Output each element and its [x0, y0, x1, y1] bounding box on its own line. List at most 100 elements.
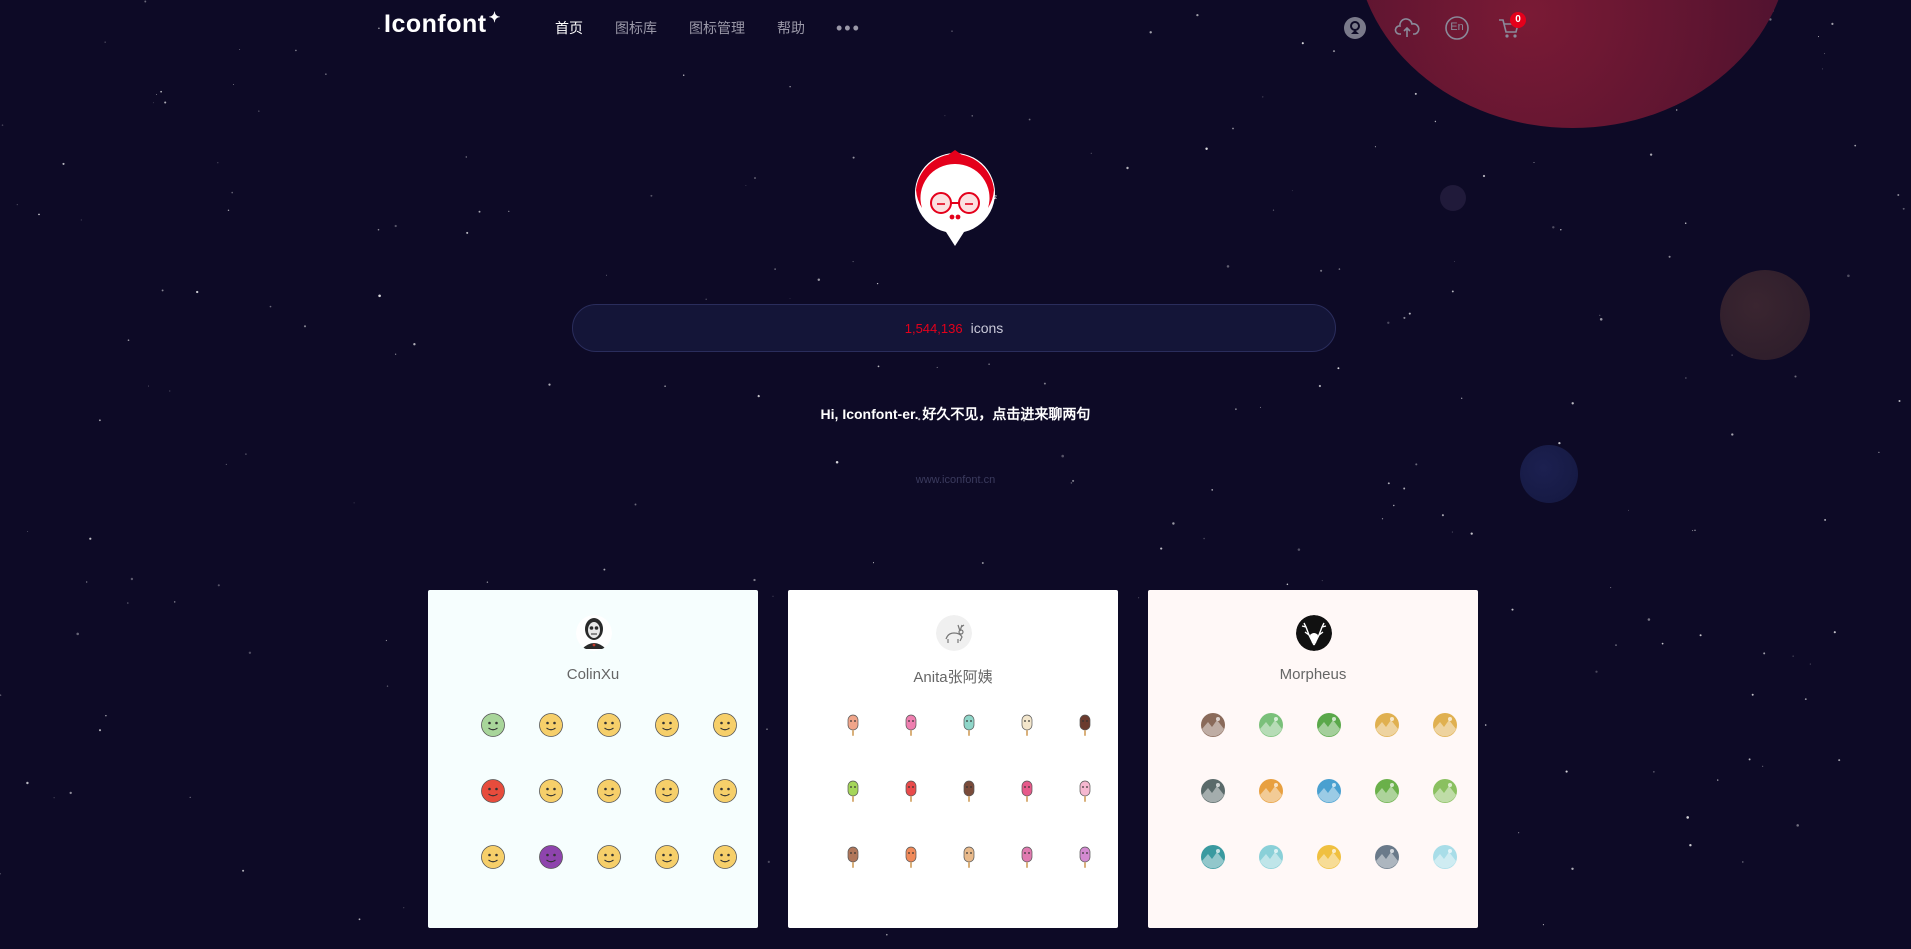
crying-face-icon[interactable] [654, 778, 680, 804]
popsicle-brown-icon[interactable] [956, 778, 982, 804]
icon-cell [1358, 778, 1416, 844]
lake-landscape-icon[interactable] [1258, 844, 1284, 870]
nav-item-icon-library[interactable]: 图标库 [615, 18, 657, 38]
kiss-face-icon[interactable] [712, 778, 738, 804]
desert-landscape-icon[interactable] [1374, 712, 1400, 738]
nav-item-icon-management[interactable]: 图标管理 [689, 18, 745, 38]
deer-avatar-icon[interactable] [936, 615, 972, 651]
icon-cell [522, 712, 580, 778]
iconfont-mascot-icon[interactable]: z [912, 150, 998, 248]
earth-landscape-icon[interactable] [1200, 778, 1226, 804]
mountain-landscape-icon[interactable] [1200, 712, 1226, 738]
popsicle-light-pink-icon[interactable] [1072, 778, 1098, 804]
beach-landscape-icon[interactable] [1316, 844, 1342, 870]
icon-cell [1358, 844, 1416, 910]
icon-cell [1242, 712, 1300, 778]
card-username[interactable]: ColinXu [428, 666, 758, 683]
sunglasses-face-icon[interactable] [654, 712, 680, 738]
logo-star-icon: ✦ [488, 9, 501, 25]
snow-mountain-landscape-icon[interactable] [1374, 844, 1400, 870]
watermelon-popsicle-icon[interactable] [898, 778, 924, 804]
neutral-face-icon[interactable] [480, 844, 506, 870]
icon-cell [1056, 778, 1114, 844]
bear-ice-cream-icon[interactable] [840, 844, 866, 870]
deer-landscape-icon[interactable] [1200, 844, 1226, 870]
icon-cell [1056, 712, 1114, 778]
nav-item-help[interactable]: 帮助 [777, 18, 805, 38]
card-username[interactable]: Anita张阿姨 [788, 666, 1118, 687]
featured-user-card-morpheus[interactable]: Morpheus [1148, 590, 1478, 928]
icon-cell [1242, 778, 1300, 844]
smile-face-icon[interactable] [654, 844, 680, 870]
devil-face-icon[interactable] [538, 844, 564, 870]
popsicle-orange-icon[interactable] [898, 844, 924, 870]
popsicle-vanilla-icon[interactable] [1014, 712, 1040, 738]
tongue-out-face-icon[interactable] [596, 712, 622, 738]
icon-search-bar[interactable]: 1,544,136 icons [572, 304, 1336, 352]
more-menu-button[interactable]: ••• [836, 18, 861, 38]
icon-cell [522, 844, 580, 910]
city-landscape-icon[interactable] [1258, 778, 1284, 804]
main-nav: 首页 图标库 图标管理 帮助 [555, 18, 837, 38]
cool-face-icon[interactable] [538, 778, 564, 804]
featured-user-card-anita[interactable]: Anita张阿姨 [788, 590, 1118, 928]
language-en-icon[interactable]: En [1444, 15, 1470, 41]
icon-cell [522, 778, 580, 844]
icon-cell [998, 844, 1056, 910]
icon-cell [1358, 712, 1416, 778]
card-icon-grid [1184, 712, 1457, 910]
icon-cell [580, 844, 638, 910]
popsicle-peach-icon[interactable] [840, 712, 866, 738]
hill-landscape-icon[interactable] [1374, 778, 1400, 804]
popsicle-lime-icon[interactable] [840, 778, 866, 804]
icon-cell [1300, 844, 1358, 910]
icon-cell [1416, 712, 1474, 778]
stag-avatar-icon[interactable] [1296, 615, 1332, 651]
icon-count-unit: icons [970, 320, 1004, 336]
forest-landscape-icon[interactable] [1316, 712, 1342, 738]
popsicle-lilac-icon[interactable] [1072, 844, 1098, 870]
icon-cell [580, 778, 638, 844]
icon-cell [638, 712, 696, 778]
ice-cream-cone-mint-icon[interactable] [956, 712, 982, 738]
angry-face-icon[interactable] [480, 778, 506, 804]
sick-face-icon[interactable] [480, 712, 506, 738]
popsicle-raspberry-icon[interactable] [1014, 778, 1040, 804]
iconfont-logo[interactable]: Iconfont ✦ [384, 9, 501, 39]
greeting-link[interactable]: Hi, Iconfont-er. 好久不见，点击进来聊两句 [0, 404, 1911, 424]
icon-cell [824, 712, 882, 778]
language-label: En [1450, 21, 1464, 33]
icon-cell [1056, 844, 1114, 910]
ice-cream-cone-icon[interactable] [956, 844, 982, 870]
icon-cell [824, 844, 882, 910]
candy-stick-icon[interactable] [1014, 844, 1040, 870]
river-landscape-icon[interactable] [1316, 778, 1342, 804]
icon-cell [940, 712, 998, 778]
icon-count: 1,544,136 [904, 320, 963, 336]
field-landscape-icon[interactable] [1432, 778, 1458, 804]
wink-face-icon[interactable] [712, 712, 738, 738]
grin-face-icon[interactable] [712, 844, 738, 870]
popsicle-chocolate-icon[interactable] [1072, 712, 1098, 738]
icon-cell [638, 844, 696, 910]
icon-cell [696, 844, 754, 910]
upload-icon[interactable] [1394, 15, 1420, 41]
angel-face-icon[interactable] [538, 712, 564, 738]
svg-text:z: z [994, 195, 997, 201]
icon-cell [1300, 778, 1358, 844]
nav-item-home[interactable]: 首页 [555, 18, 583, 38]
dizzy-face-icon[interactable] [596, 844, 622, 870]
waterfall-landscape-icon[interactable] [1258, 712, 1284, 738]
featured-user-card-colinxu[interactable]: ColinXu [428, 590, 758, 928]
popsicle-pink-icon[interactable] [898, 712, 924, 738]
community-icon[interactable] [1342, 15, 1368, 41]
sunset-landscape-icon[interactable] [1432, 712, 1458, 738]
icon-cell [940, 778, 998, 844]
shocked-face-icon[interactable] [596, 778, 622, 804]
icon-cell [1300, 712, 1358, 778]
card-icon-grid [464, 712, 737, 910]
card-username[interactable]: Morpheus [1148, 666, 1478, 683]
sky-landscape-icon[interactable] [1432, 844, 1458, 870]
skull-avatar-icon[interactable] [576, 615, 612, 651]
icon-cell [1184, 844, 1242, 910]
